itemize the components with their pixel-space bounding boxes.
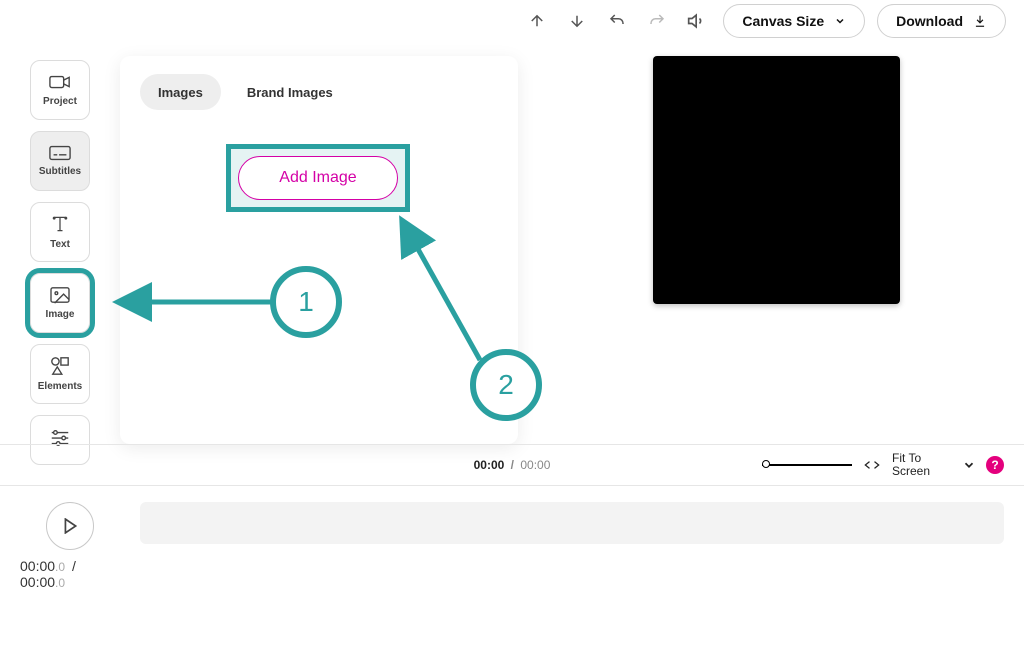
current-time: 00:00 [474, 458, 505, 472]
sidebar-item-label: Subtitles [39, 166, 81, 177]
play-button[interactable] [46, 502, 94, 550]
timeline-current: 00:00 [20, 558, 55, 574]
download-button[interactable]: Download [877, 4, 1006, 38]
volume-icon[interactable] [683, 7, 711, 35]
playhead-bar: 00:00 / 00:00 Fit To Screen ? [0, 444, 1024, 486]
zoom-controls: Fit To Screen ? [762, 452, 1024, 478]
timeline-sep: / [69, 558, 79, 574]
sidebar-item-label: Elements [38, 381, 82, 392]
annotation-step-2: 2 [470, 349, 542, 421]
left-sidebar: Project Subtitles Text Image Elements [30, 60, 90, 465]
images-panel: Images Brand Images [120, 56, 518, 444]
total-duration: 00:00 [520, 458, 550, 472]
canvas-size-button[interactable]: Canvas Size [723, 4, 865, 38]
sidebar-item-label: Project [43, 96, 77, 107]
sidebar-item-subtitles[interactable]: Subtitles [30, 131, 90, 191]
fit-width-icon [862, 459, 882, 471]
arrow-up-icon[interactable] [523, 7, 551, 35]
sidebar-item-label: Text [50, 239, 70, 250]
tab-brand-images[interactable]: Brand Images [229, 74, 351, 110]
play-controls: 00:00.0 / 00:00.0 [20, 502, 120, 590]
sidebar-item-elements[interactable]: Elements [30, 344, 90, 404]
time-separator: / [508, 458, 517, 472]
sidebar-item-text[interactable]: Text [30, 202, 90, 262]
timeline-timecode: 00:00.0 / 00:00.0 [20, 558, 120, 590]
zoom-slider[interactable] [762, 464, 852, 466]
timeline-duration-ms: .0 [55, 576, 65, 590]
help-button[interactable]: ? [986, 456, 1004, 474]
annotation-box: Add Image [226, 144, 410, 212]
add-image-button[interactable]: Add Image [238, 156, 398, 200]
chevron-down-icon [834, 15, 846, 27]
download-icon [973, 14, 987, 28]
canvas-size-label: Canvas Size [742, 13, 824, 29]
timeline-area: 00:00.0 / 00:00.0 [0, 488, 1024, 604]
annotation-step-1: 1 [270, 266, 342, 338]
timeline-track[interactable] [140, 502, 1004, 544]
video-preview[interactable] [653, 56, 900, 304]
top-toolbar: Canvas Size Download [0, 0, 1024, 42]
redo-icon[interactable] [643, 7, 671, 35]
fit-screen-label: Fit To Screen [892, 452, 952, 478]
timeline-duration: 00:00 [20, 574, 55, 590]
arrow-down-icon[interactable] [563, 7, 591, 35]
sidebar-item-project[interactable]: Project [30, 60, 90, 120]
chevron-down-icon[interactable] [962, 458, 976, 472]
timeline-current-ms: .0 [55, 560, 65, 574]
zoom-slider-thumb[interactable] [762, 460, 770, 468]
undo-icon[interactable] [603, 7, 631, 35]
tab-images[interactable]: Images [140, 74, 221, 110]
download-label: Download [896, 13, 963, 29]
panel-tabs: Images Brand Images [120, 56, 518, 116]
timecode-display: 00:00 / 00:00 [474, 458, 551, 472]
sidebar-item-label: Image [46, 309, 75, 320]
sidebar-item-image[interactable]: Image [30, 273, 90, 333]
